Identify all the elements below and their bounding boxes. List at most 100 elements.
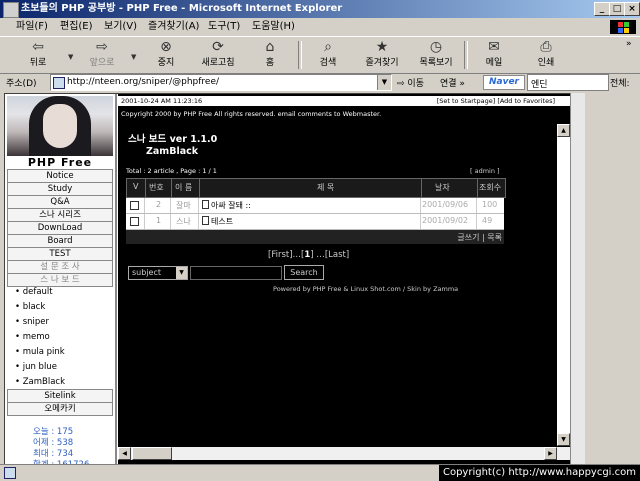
close-button[interactable]: ×: [624, 2, 640, 16]
refresh-button[interactable]: ⟳ 새로고침: [192, 39, 244, 71]
stop-icon: ⊗: [160, 39, 172, 55]
row-checkbox[interactable]: [130, 201, 139, 210]
stop-button[interactable]: ⊗ 중지: [140, 39, 192, 71]
scroll-down-icon[interactable]: ▼: [557, 433, 570, 446]
col-date: 날자: [435, 183, 450, 192]
skin-link-jun-blue[interactable]: • jun blue: [15, 362, 57, 372]
skin-link-memo[interactable]: • memo: [15, 332, 50, 342]
naver-search-value: 엔딘: [531, 80, 548, 90]
row-hits: 49: [482, 216, 493, 225]
sidebar-item-qna[interactable]: Q&A: [7, 195, 113, 209]
minimize-button[interactable]: _: [594, 2, 610, 16]
page-vertical-scrollbar[interactable]: [570, 93, 585, 464]
board-title: 스나 보드 ver 1.1.0: [128, 134, 218, 145]
col-name: 이 름: [175, 183, 193, 192]
favorites-button[interactable]: ★ 즐겨찾기: [356, 39, 408, 71]
go-button[interactable]: ⇨ 이동: [397, 76, 424, 89]
mail-button[interactable]: ✉ 메일: [468, 39, 520, 71]
menu-view[interactable]: 보기(V): [104, 18, 137, 36]
col-select: V: [133, 182, 139, 191]
skin-link-black[interactable]: • black: [15, 302, 45, 312]
scroll-right-icon[interactable]: ▶: [544, 447, 557, 460]
ie-window-icon[interactable]: [3, 2, 19, 18]
menu-help[interactable]: 도움말(H): [252, 18, 295, 36]
maximize-button[interactable]: □: [609, 2, 625, 16]
skin-link-zamblack[interactable]: • ZamBlack: [15, 377, 65, 387]
web-page: PHP Free Notice Study Q&A 스나 시리즈 DownLoa…: [4, 93, 572, 466]
board-search-button[interactable]: Search: [284, 265, 324, 280]
search-icon: ⌕: [324, 39, 332, 55]
refresh-icon: ⟳: [212, 39, 224, 55]
row-subject-link[interactable]: 테스트: [202, 216, 233, 227]
sidebar-item-study[interactable]: Study: [7, 182, 113, 196]
row-date: 2001/09/02: [422, 216, 469, 225]
row-number: 1: [156, 216, 162, 225]
print-button[interactable]: ⎙ 인쇄: [520, 39, 572, 71]
row-subject-link[interactable]: 아싸 잘돼 ::: [202, 200, 251, 211]
scroll-left-icon[interactable]: ◀: [118, 447, 131, 460]
status-bar: Copyright(c) http://www.happycgi.com: [0, 464, 640, 481]
board-search-input[interactable]: [190, 266, 282, 280]
search-field-value: subject: [132, 268, 161, 277]
links-button[interactable]: 연결 »: [440, 76, 465, 89]
chevron-down-icon: ▼: [176, 267, 187, 279]
forward-dropdown-icon[interactable]: ▼: [131, 53, 136, 61]
naver-search-input[interactable]: 엔딘: [527, 74, 609, 91]
document-icon: [202, 200, 209, 209]
forward-button[interactable]: ⇨ 앞으로: [76, 39, 128, 71]
toolbar-more-chevron-icon[interactable]: »: [626, 39, 632, 49]
go-arrow-icon: ⇨: [397, 79, 405, 89]
address-dropdown-icon[interactable]: ▼: [377, 75, 391, 90]
horizontal-scrollbar[interactable]: ◀ ▶: [118, 447, 571, 460]
search-field-select[interactable]: subject ▼: [128, 266, 188, 280]
back-button[interactable]: ⇦ 뒤로: [12, 39, 64, 71]
back-dropdown-icon[interactable]: ▼: [68, 53, 73, 61]
menu-tools[interactable]: 도구(T): [208, 18, 240, 36]
vertical-scrollbar[interactable]: ▲ ▼: [557, 124, 570, 446]
home-button[interactable]: ⌂ 홈: [244, 39, 296, 71]
sidebar-item-test[interactable]: TEST: [7, 247, 113, 261]
all-search-button[interactable]: 전체:: [610, 76, 630, 89]
history-icon: ◷: [429, 39, 443, 55]
horizontal-scroll-thumb[interactable]: [132, 447, 172, 460]
naver-search-logo[interactable]: Naver: [483, 75, 525, 90]
forward-arrow-icon: ⇨: [96, 39, 108, 55]
address-input[interactable]: http://nteen.org/sniper/@phpfree/ ▼: [50, 74, 392, 91]
sidebar-item-omekaki[interactable]: 오메카키: [7, 402, 113, 416]
sidebar-item-download[interactable]: DownLoad: [7, 221, 113, 235]
row-author[interactable]: 잘마: [176, 200, 191, 211]
menu-edit[interactable]: 편집(E): [60, 18, 93, 36]
page-last-link[interactable]: [Last]: [325, 250, 349, 260]
admin-link[interactable]: [ admin ]: [470, 167, 500, 175]
sidebar-item-notice[interactable]: Notice: [7, 169, 113, 183]
write-list-links[interactable]: 글쓰기 | 목록: [457, 232, 502, 243]
toolbar: ⇦ 뒤로 ▼ ⇨ 앞으로 ▼ ⊗ 중지 ⟳ 새로고침 ⌂ 홈 ⌕ 검색 ★ 즐겨…: [0, 36, 640, 74]
menu-favorites[interactable]: 즐겨찾기(A): [148, 18, 199, 36]
row-checkbox[interactable]: [130, 217, 139, 226]
sidebar-item-sna-series[interactable]: 스나 시리즈: [7, 208, 113, 222]
address-url[interactable]: http://nteen.org/sniper/@phpfree/: [67, 77, 219, 87]
scroll-up-icon[interactable]: ▲: [557, 124, 570, 137]
skin-link-sniper[interactable]: • sniper: [15, 317, 49, 327]
menu-file[interactable]: 파일(F): [16, 18, 48, 36]
startpage-favorites-links[interactable]: [Set to Startpage] [Add to Favorites]: [437, 96, 555, 106]
sidebar-item-sitelink[interactable]: Sitelink: [7, 389, 113, 403]
title-bar: 초보들의 PHP 공부방 - PHP Free - Microsoft Inte…: [0, 0, 640, 18]
col-subject: 제 목: [317, 183, 335, 192]
skin-link-mula-pink[interactable]: • mula pink: [15, 347, 65, 357]
page-ellipsis: …[: [292, 250, 305, 260]
history-button[interactable]: ◷ 목록보기: [410, 39, 462, 71]
mail-icon: ✉: [488, 39, 500, 55]
skin-link-default[interactable]: • default: [15, 287, 53, 297]
page-first-link[interactable]: [First]: [268, 250, 293, 260]
row-author[interactable]: 스나: [176, 216, 191, 227]
page-ellipsis: ] …: [310, 250, 325, 260]
sidebar-item-survey[interactable]: 설 문 조 사: [7, 260, 113, 274]
sidebar-item-board[interactable]: Board: [7, 234, 113, 248]
document-icon: [202, 216, 209, 225]
sidebar: PHP Free Notice Study Q&A 스나 시리즈 DownLoa…: [5, 94, 115, 465]
search-button[interactable]: ⌕ 검색: [302, 39, 354, 71]
row-hits: 100: [482, 200, 498, 209]
window-title: 초보들의 PHP 공부방 - PHP Free - Microsoft Inte…: [21, 3, 343, 14]
pagination: [First]…[1] …[Last]: [268, 250, 349, 260]
